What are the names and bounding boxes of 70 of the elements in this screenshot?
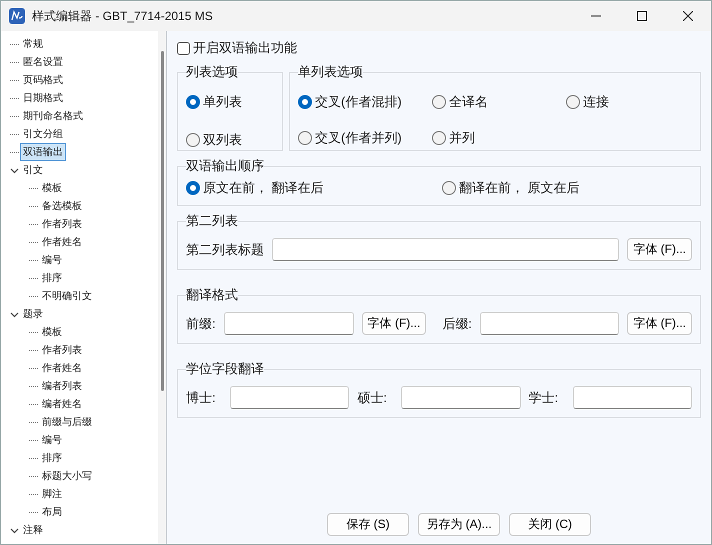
group-title: 翻译格式 <box>186 286 238 304</box>
tree-item[interactable]: 作者列表 <box>39 215 85 233</box>
field-label: 后缀: <box>442 314 472 332</box>
tree-item[interactable]: 题录 <box>20 305 46 323</box>
tree-item[interactable]: 作者列表 <box>39 341 85 359</box>
tree-item[interactable]: 模板 <box>39 323 65 341</box>
close-icon <box>683 11 693 21</box>
radio-option[interactable]: 双列表 <box>186 131 274 149</box>
tree-item[interactable]: 模板 <box>39 179 65 197</box>
tree-item[interactable]: 引文分组 <box>20 125 66 143</box>
font-button[interactable]: 字体 (F)... <box>362 312 426 335</box>
tree-item[interactable]: 前缀与后缀 <box>39 413 95 431</box>
tree-item[interactable]: 编号 <box>39 251 65 269</box>
scrollbar[interactable] <box>158 31 166 544</box>
tree-item[interactable]: 标题大小写 <box>39 467 95 485</box>
maximize-icon <box>637 11 647 21</box>
radio-option[interactable]: 全译名 <box>432 93 566 111</box>
tree-item[interactable]: 备选模板 <box>39 197 85 215</box>
tree-item[interactable]: 不明确引文 <box>39 287 95 305</box>
window-title: 样式编辑器 - GBT_7714-2015 MS <box>32 8 214 24</box>
tree-item[interactable]: 编号 <box>39 431 65 449</box>
tree-item[interactable]: 匿名设置 <box>20 53 66 71</box>
tree-item[interactable]: 作者姓名 <box>39 233 85 251</box>
app-logo-icon <box>9 8 25 24</box>
degree-input[interactable] <box>230 386 350 409</box>
dialog-button[interactable]: 另存为 (A)... <box>418 513 500 536</box>
field-label: 第二列表标题 <box>186 240 264 258</box>
field-label: 学士: <box>528 388 560 406</box>
font-button[interactable]: 字体 (F)... <box>627 238 692 261</box>
group-title: 学位字段翻译 <box>186 360 264 378</box>
radio-option[interactable]: 交叉(作者并列) <box>298 129 432 147</box>
dialog-button[interactable]: 关闭 (C) <box>509 513 591 536</box>
tree-item[interactable]: 双语输出 <box>20 143 66 161</box>
tree-item[interactable]: 排序 <box>39 269 65 287</box>
radio-option[interactable]: 翻译在前， 原文在后 <box>442 179 692 197</box>
radio-option[interactable]: 交叉(作者混排) <box>298 93 432 111</box>
tree-item[interactable]: 编者列表 <box>39 377 85 395</box>
degree-input[interactable] <box>401 386 521 409</box>
degree-input[interactable] <box>572 386 692 409</box>
tree-item[interactable]: 引文 <box>20 161 46 179</box>
tree-item[interactable]: 注释 <box>20 521 46 539</box>
tree-item[interactable]: 脚注 <box>39 485 65 503</box>
field-label: 硕士: <box>357 388 388 406</box>
tree-item[interactable]: 编者姓名 <box>39 395 85 413</box>
radio-option[interactable]: 原文在前， 翻译在后 <box>186 179 442 197</box>
suffix-input[interactable] <box>480 312 620 335</box>
font-button[interactable]: 字体 (F)... <box>627 312 692 335</box>
chevron-down-icon[interactable] <box>10 526 19 534</box>
tree-item[interactable]: 日期格式 <box>20 89 66 107</box>
enable-bilingual-checkbox[interactable]: 开启双语输出功能 <box>177 39 701 57</box>
radio-option[interactable]: 单列表 <box>186 93 274 111</box>
field-label: 博士: <box>186 388 217 406</box>
group-title: 单列表选项 <box>298 63 363 81</box>
tree-item[interactable]: 布局 <box>39 503 65 521</box>
prefix-input[interactable] <box>224 312 354 335</box>
chevron-down-icon[interactable] <box>10 310 19 318</box>
field-label: 前缀: <box>186 314 216 332</box>
radio-option[interactable]: 并列 <box>432 129 566 147</box>
chevron-down-icon[interactable] <box>10 166 19 174</box>
tree-item[interactable]: 期刊命名格式 <box>20 107 86 125</box>
tree-item[interactable]: 排序 <box>39 449 65 467</box>
tree-item[interactable]: 页码格式 <box>20 71 66 89</box>
group-title: 第二列表 <box>186 212 238 230</box>
group-title: 双语输出顺序 <box>186 157 264 175</box>
tree-item[interactable]: 作者姓名 <box>39 359 85 377</box>
tree-item[interactable]: 常规 <box>20 35 46 53</box>
group-title: 列表选项 <box>186 63 238 81</box>
title-input[interactable] <box>272 238 620 261</box>
radio-option[interactable]: 连接 <box>566 93 692 111</box>
dialog-button[interactable]: 保存 (S) <box>327 513 409 536</box>
